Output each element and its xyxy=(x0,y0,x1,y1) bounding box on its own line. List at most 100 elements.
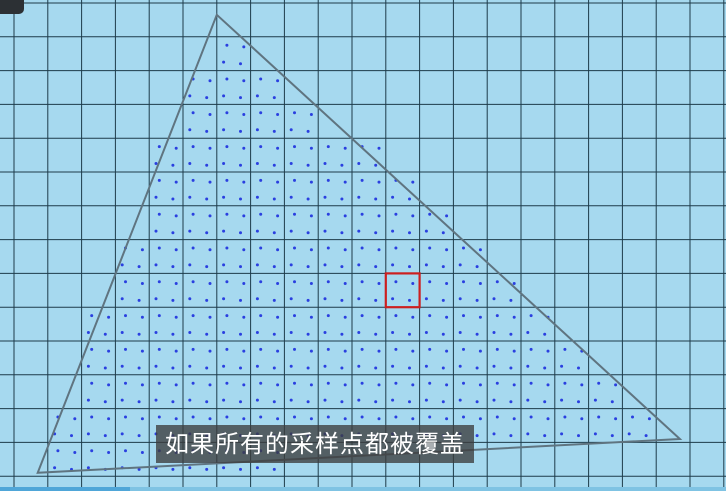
sample-point xyxy=(191,381,195,385)
sample-point xyxy=(255,263,259,267)
sample-point xyxy=(340,332,344,336)
sample-point xyxy=(374,231,378,235)
sample-point xyxy=(171,366,175,370)
sample-point xyxy=(526,331,530,334)
sample-point xyxy=(188,195,192,199)
sample-point xyxy=(86,398,90,402)
sample-point xyxy=(259,77,263,81)
sample-point xyxy=(391,297,395,301)
sample-point xyxy=(391,229,395,233)
sample-point xyxy=(377,248,381,252)
sample-point xyxy=(289,229,293,233)
sample-point xyxy=(614,383,618,387)
sample-point xyxy=(154,398,158,402)
sample-point xyxy=(90,314,94,318)
sample-point xyxy=(394,280,398,284)
sample-point xyxy=(276,146,280,150)
sample-point xyxy=(174,417,178,421)
sample-point xyxy=(107,451,111,454)
sample-point xyxy=(225,415,229,419)
sample-point xyxy=(458,263,462,267)
sample-point xyxy=(225,280,229,284)
sample-point xyxy=(326,314,330,318)
sample-point xyxy=(293,145,296,149)
sample-point xyxy=(306,298,310,302)
sample-point xyxy=(140,417,144,421)
sample-point xyxy=(408,332,411,336)
sample-point xyxy=(205,197,209,201)
sample-point xyxy=(289,162,293,165)
sample-point xyxy=(259,178,263,182)
sample-point xyxy=(475,400,479,404)
sample-point xyxy=(462,381,465,385)
sample-point xyxy=(597,381,601,385)
sample-point xyxy=(326,145,330,149)
sample-point xyxy=(140,383,144,387)
sample-point xyxy=(458,364,462,368)
sample-point xyxy=(222,229,226,233)
sample-point xyxy=(191,145,195,149)
sample-point xyxy=(360,246,364,250)
sample-point xyxy=(208,79,212,83)
sample-point xyxy=(205,231,209,235)
sample-point xyxy=(445,383,449,387)
sample-point xyxy=(340,298,344,302)
sample-point xyxy=(360,314,364,318)
sample-point xyxy=(259,347,263,351)
progress-bar-track[interactable] xyxy=(0,487,726,491)
sample-point xyxy=(225,381,229,385)
sample-point xyxy=(293,111,296,115)
sample-point xyxy=(242,113,246,116)
sample-point xyxy=(239,366,242,370)
sample-point xyxy=(239,163,242,167)
sample-point xyxy=(343,146,347,150)
sample-point xyxy=(509,400,513,404)
sample-point xyxy=(424,297,428,301)
sample-point xyxy=(323,297,327,301)
sample-point xyxy=(272,96,276,100)
sample-point xyxy=(239,62,242,66)
sample-point xyxy=(154,263,158,267)
sample-point xyxy=(377,349,381,353)
sample-point xyxy=(239,129,242,133)
sample-point xyxy=(222,398,226,402)
sample-point xyxy=(374,197,378,201)
sample-point xyxy=(441,366,445,370)
sample-point xyxy=(306,129,310,133)
sample-point xyxy=(188,398,192,402)
sample-point xyxy=(293,347,296,351)
sample-point xyxy=(272,163,276,167)
sample-point xyxy=(428,280,432,284)
sample-point xyxy=(191,314,195,318)
sample-point xyxy=(357,398,361,402)
sample-point xyxy=(276,349,280,353)
sample-point xyxy=(137,332,141,336)
sample-point xyxy=(462,280,465,284)
sample-point xyxy=(647,417,651,421)
sample-point xyxy=(495,347,499,351)
sample-point xyxy=(157,347,161,351)
sample-point xyxy=(171,467,175,471)
sample-point xyxy=(242,146,246,150)
corner-tab xyxy=(0,0,24,14)
sample-point xyxy=(610,434,614,438)
sample-point xyxy=(323,162,327,165)
sample-point xyxy=(289,331,293,334)
sample-point xyxy=(411,349,415,353)
video-frame: 如果所有的采样点都被覆盖 xyxy=(0,0,726,491)
sample-point xyxy=(239,265,242,269)
sample-point xyxy=(560,398,564,402)
sample-point xyxy=(174,349,178,353)
sample-point xyxy=(154,229,158,233)
sample-point xyxy=(428,347,432,351)
sample-point xyxy=(323,331,327,334)
sample-point xyxy=(293,415,296,419)
sample-point xyxy=(357,331,361,334)
sample-point xyxy=(512,349,516,353)
sample-point xyxy=(478,248,482,252)
sample-point xyxy=(208,417,212,421)
sample-point xyxy=(272,298,276,302)
sample-point xyxy=(360,280,364,284)
sample-point xyxy=(631,415,634,419)
sample-point xyxy=(56,449,60,453)
